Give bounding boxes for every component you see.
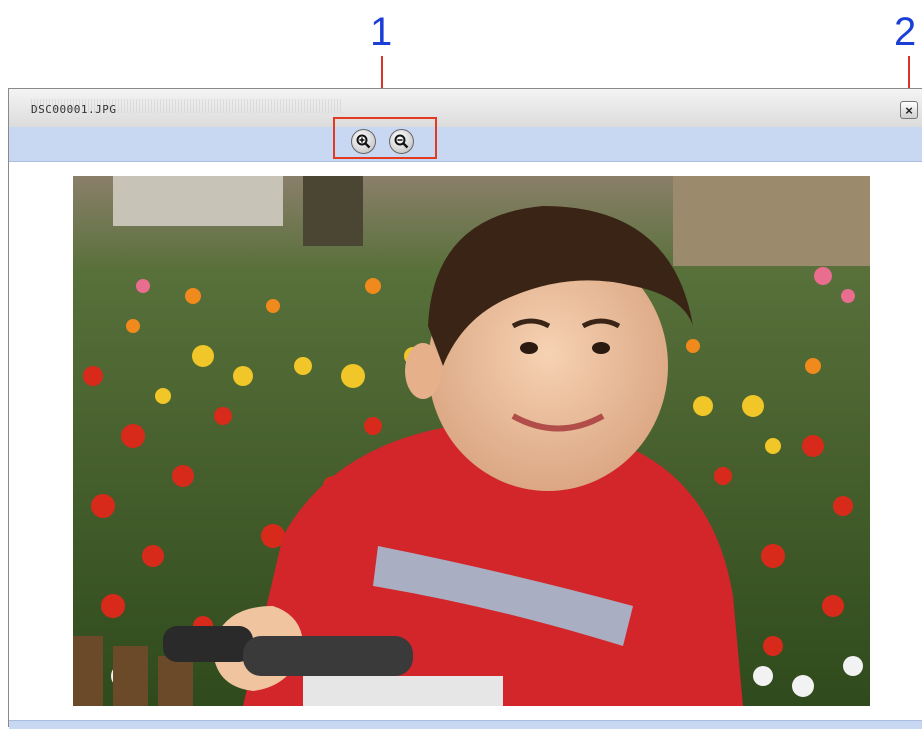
photo-image	[73, 176, 870, 706]
zoom-out-icon	[394, 134, 409, 149]
status-bar	[9, 720, 922, 729]
callout-1: 1	[370, 10, 393, 54]
close-icon: ×	[905, 103, 913, 118]
zoom-out-button[interactable]	[389, 129, 414, 154]
photo-display	[73, 176, 870, 706]
title-bar[interactable]: DSC00001.JPG ×	[9, 89, 922, 128]
image-viewer-window: DSC00001.JPG ×	[8, 88, 922, 729]
toolbar	[9, 117, 922, 162]
callout-2: 2	[894, 10, 917, 54]
zoom-controls	[333, 117, 437, 159]
zoom-in-icon	[356, 134, 371, 149]
close-button[interactable]: ×	[900, 101, 918, 119]
window-title: DSC00001.JPG	[31, 103, 117, 116]
zoom-in-button[interactable]	[351, 129, 376, 154]
